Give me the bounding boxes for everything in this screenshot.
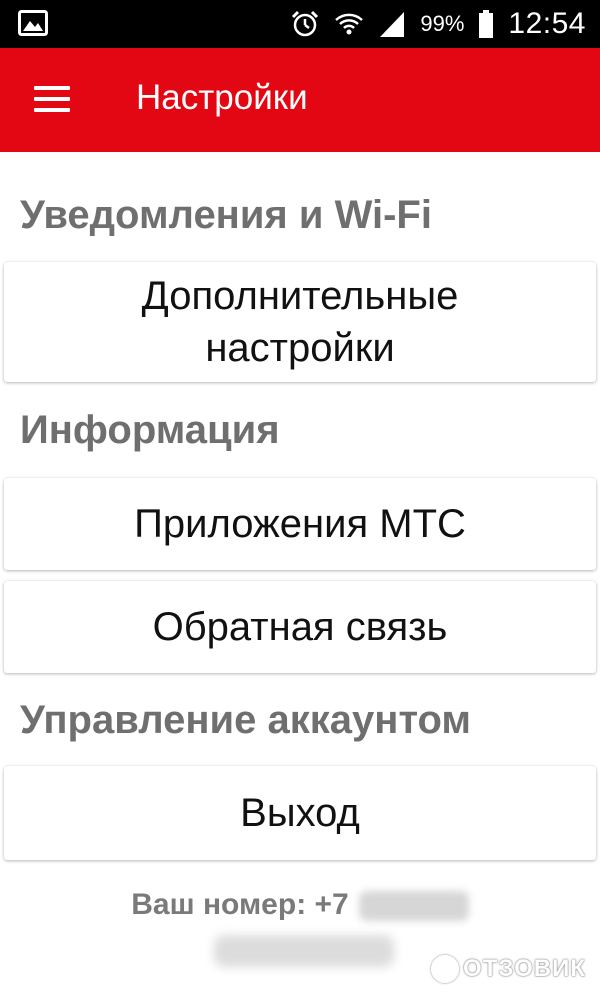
logout-button[interactable]: Выход: [4, 766, 596, 860]
watermark-text: ОТЗОВИК: [463, 955, 586, 982]
phone-number-label: Ваш номер: +7: [131, 888, 349, 921]
clock: 12:54: [508, 7, 586, 40]
battery-icon: [479, 10, 494, 38]
phone-number-info: Ваш номер: +7: [0, 888, 600, 922]
card-label: Приложения МТС: [134, 502, 466, 546]
card-label-line2: настройки: [205, 326, 395, 370]
watermark: ОТЗОВИК: [431, 955, 586, 983]
section-header-account: Управление аккаунтом: [20, 698, 471, 742]
signal-icon: [380, 12, 405, 37]
blurred-number-part: [214, 935, 394, 967]
feedback-button[interactable]: Обратная связь: [4, 581, 596, 673]
battery-percent: 99%: [420, 11, 465, 36]
watermark-logo-icon: [431, 955, 460, 983]
additional-settings-button[interactable]: Дополнительные настройки: [4, 262, 596, 382]
image-icon: [18, 10, 48, 36]
card-label: Выход: [240, 791, 360, 835]
page-title: Настройки: [136, 78, 308, 117]
hamburger-menu-icon[interactable]: [34, 86, 72, 114]
alarm-icon: [292, 10, 319, 37]
app-toolbar: Настройки: [0, 48, 600, 152]
wifi-icon: [335, 13, 364, 35]
mts-apps-button[interactable]: Приложения МТС: [4, 478, 596, 570]
card-label-line1: Дополнительные: [141, 274, 459, 318]
card-label: Обратная связь: [152, 605, 448, 649]
section-header-notifications: Уведомления и Wi-Fi: [20, 193, 432, 237]
status-bar: 99% 12:54: [0, 0, 600, 48]
blurred-number-part: [358, 891, 469, 922]
section-header-information: Информация: [20, 408, 280, 452]
